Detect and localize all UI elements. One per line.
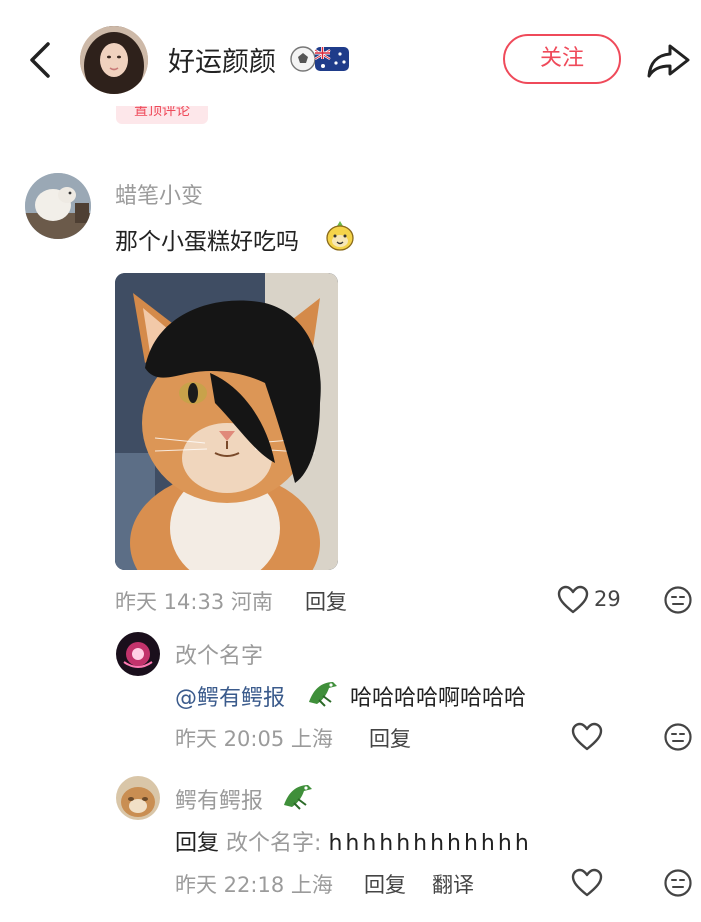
comment-emoji-icon[interactable]: [663, 585, 693, 615]
reply-meta: 昨天 22:18 上海: [175, 873, 333, 897]
mention-link[interactable]: @鳄有鳄报: [175, 686, 285, 711]
crocodile-icon: [309, 682, 337, 707]
reply-author[interactable]: 改个名字: [175, 638, 263, 670]
comment-emoji-icon[interactable]: [663, 722, 693, 752]
top-bar: 好运颜颜 关注: [0, 0, 701, 118]
reply-meta: 昨天 20:05 上海: [175, 727, 333, 751]
follow-button[interactable]: 关注: [503, 34, 621, 84]
reply-text: hhhhhhhhhhhh: [328, 831, 532, 856]
translate-button[interactable]: 翻译: [432, 869, 474, 899]
like-count: 29: [594, 587, 621, 611]
reply-author[interactable]: 鳄有鳄报: [175, 783, 263, 815]
comment-meta: 昨天 14:33 河南: [115, 590, 273, 614]
comment-reply-button[interactable]: 回复: [305, 586, 347, 616]
reply-body: @鳄有鳄报: [175, 680, 285, 712]
emoji-sticker-icon: [326, 221, 354, 251]
comment-text: 那个小蛋糕好吃吗: [115, 222, 299, 256]
comment-text-content: 那个小蛋糕好吃吗: [115, 229, 299, 255]
reply-body: 回复 改个名字: hhhhhhhhhhhh: [175, 825, 532, 857]
commenter-name[interactable]: 蜡笔小变: [115, 178, 203, 210]
reply-reply-button[interactable]: 回复: [364, 869, 406, 899]
author-avatar[interactable]: [80, 26, 148, 94]
pinned-comment-tag: 置顶评论: [116, 106, 208, 124]
reply-target[interactable]: 改个名字:: [226, 831, 321, 856]
share-icon[interactable]: [644, 38, 692, 82]
reply-avatar[interactable]: [116, 776, 160, 820]
author-name[interactable]: 好运颜颜: [168, 40, 276, 79]
soccer-ball-icon: [290, 46, 316, 72]
comment-emoji-icon[interactable]: [663, 868, 693, 898]
reply-avatar[interactable]: [116, 632, 160, 676]
australia-flag-icon: [314, 47, 349, 71]
commenter-avatar[interactable]: [25, 173, 91, 239]
badge-icons: [290, 46, 349, 72]
reply-reply-button[interactable]: 回复: [369, 723, 411, 753]
heart-icon[interactable]: [571, 868, 603, 898]
reply-prefix: 回复: [175, 831, 220, 856]
crocodile-icon: [284, 785, 312, 810]
reply-text: 哈哈哈哈啊哈哈哈: [350, 686, 527, 711]
back-icon[interactable]: [22, 38, 58, 82]
heart-icon[interactable]: [557, 585, 589, 615]
heart-icon[interactable]: [571, 722, 603, 752]
comment-image[interactable]: [115, 273, 338, 570]
